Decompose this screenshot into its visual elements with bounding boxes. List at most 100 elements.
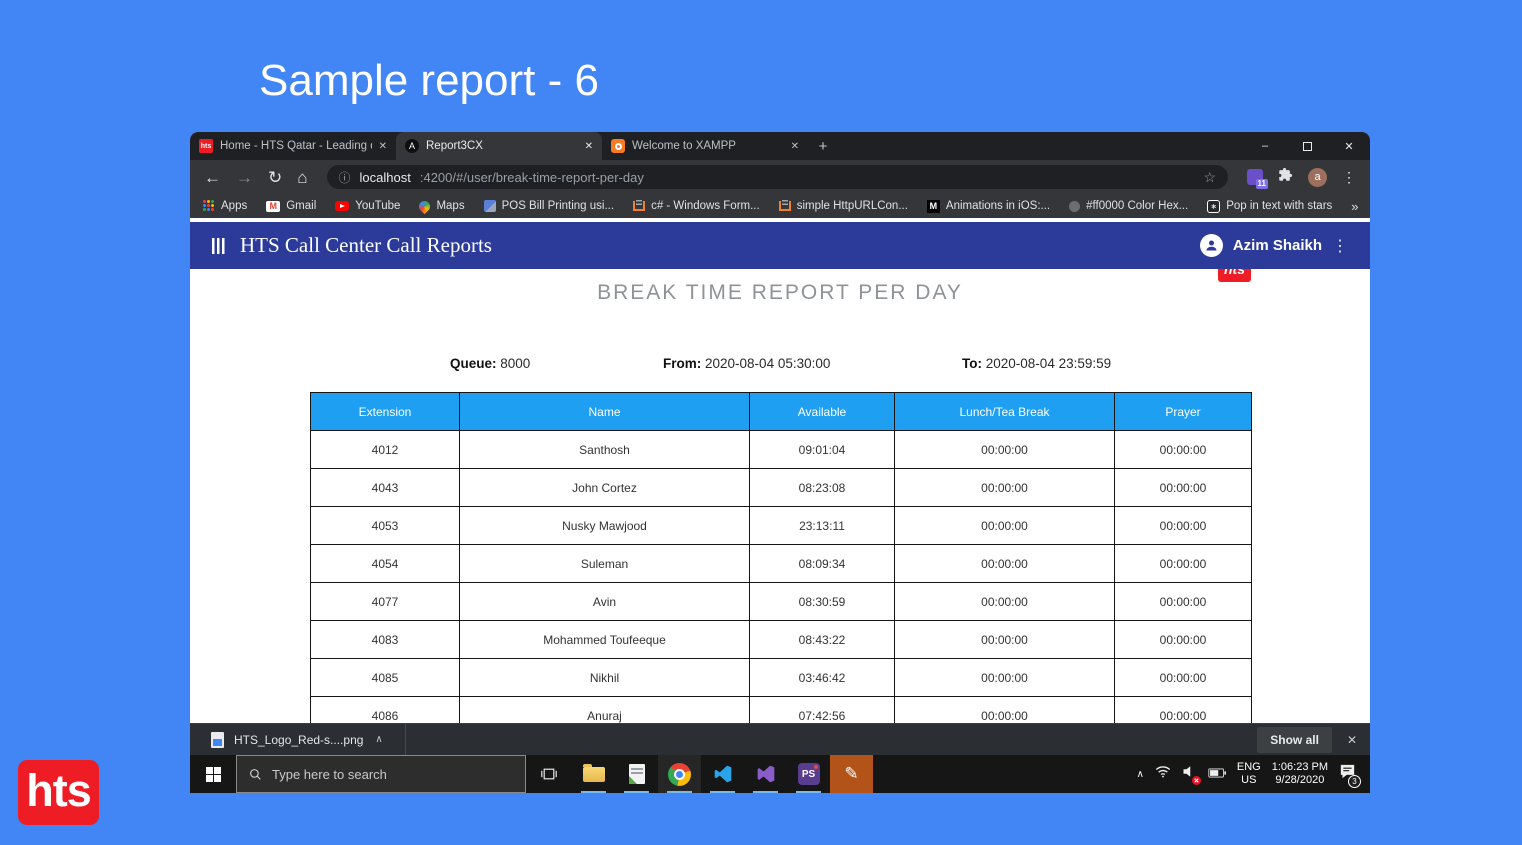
address-bar[interactable]: localhost :4200/#/user/break-time-report… (327, 165, 1228, 189)
start-button[interactable] (190, 755, 236, 793)
bookmark-csharp-forms[interactable]: c# - Windows Form... (633, 200, 760, 212)
cell-available: 08:43:22 (750, 621, 895, 659)
faded-site-icon (1069, 201, 1080, 212)
tab-home-hts-qatar[interactable]: hts Home - HTS Qatar - Leading dist (190, 132, 396, 160)
visual-studio-icon (756, 764, 776, 784)
cell-name: John Cortez (460, 469, 750, 507)
bookmark-animations-ios[interactable]: MAnimations in iOS:... (927, 200, 1050, 213)
menu-icon[interactable] (212, 238, 225, 254)
vscode-taskbar-icon[interactable] (701, 755, 744, 793)
cell-available: 08:23:08 (750, 469, 895, 507)
bookmark-pop-text-stars[interactable]: Pop in text with stars (1207, 200, 1332, 213)
browser-window: hts Home - HTS Qatar - Leading dist A Re… (190, 132, 1370, 793)
download-bar: HTS_Logo_Red-s....png Show all (190, 723, 1370, 755)
table-header-row: Extension Name Available Lunch/Tea Break… (311, 393, 1252, 431)
site-info-icon[interactable] (339, 169, 351, 186)
cell-prayer: 00:00:00 (1115, 431, 1252, 469)
divider (405, 724, 406, 756)
col-lunch-tea-break: Lunch/Tea Break (895, 393, 1115, 431)
user-name: Azim Shaikh (1233, 237, 1322, 254)
chrome-taskbar-icon[interactable] (658, 755, 701, 793)
cell-name: Nikhil (460, 659, 750, 697)
close-button[interactable] (1328, 132, 1370, 160)
bookmark-star-icon[interactable] (1203, 169, 1216, 186)
browser-menu-icon[interactable] (1342, 169, 1356, 186)
search-icon (249, 768, 262, 781)
cell-available: 09:01:04 (750, 431, 895, 469)
queue-param: Queue: 8000 (450, 356, 530, 371)
cell-lunch-tea-break: 00:00:00 (895, 621, 1115, 659)
cell-available: 08:09:34 (750, 545, 895, 583)
hidden-icons-chevron[interactable] (1137, 769, 1144, 780)
slide-canvas: Sample report - 6 hts hts Home - HTS Qat… (0, 0, 1522, 845)
cell-lunch-tea-break: 00:00:00 (895, 431, 1115, 469)
download-filename[interactable]: HTS_Logo_Red-s....png (234, 733, 363, 747)
active-app-taskbar-icon[interactable] (830, 755, 873, 793)
bookmark-youtube[interactable]: YouTube (335, 200, 400, 212)
star-site-icon (1207, 200, 1220, 213)
volume-muted-icon[interactable] (1182, 765, 1197, 783)
forward-icon[interactable] (236, 169, 253, 186)
url-path: :4200/#/user/break-time-report-per-day (420, 170, 644, 185)
bookmark-apps[interactable]: Apps (203, 200, 247, 212)
cell-prayer: 00:00:00 (1115, 659, 1252, 697)
taskbar-search-input[interactable]: Type here to search (236, 755, 526, 793)
report-title: BREAK TIME REPORT PER DAY (190, 281, 1370, 305)
tab-close-icon[interactable] (791, 141, 799, 152)
visual-studio-taskbar-icon[interactable] (744, 755, 787, 793)
show-all-button[interactable]: Show all (1257, 727, 1332, 753)
hts-favicon: hts (199, 139, 213, 153)
bookmark-pos-bill[interactable]: POS Bill Printing usi... (484, 200, 614, 212)
cell-extension: 4077 (311, 583, 460, 621)
restore-button[interactable] (1286, 132, 1328, 160)
bookmarks-overflow-icon[interactable] (1351, 199, 1366, 214)
reload-icon[interactable] (268, 169, 282, 186)
cell-prayer: 00:00:00 (1115, 545, 1252, 583)
bookmark-httpurlcon[interactable]: simple HttpURLCon... (779, 200, 908, 212)
table-row: 4054 Suleman 08:09:34 00:00:00 00:00:00 (311, 545, 1252, 583)
task-view-button[interactable] (526, 755, 572, 793)
download-bar-close-icon[interactable] (1347, 733, 1357, 747)
report-table-body: 4012 Santhosh 09:01:04 00:00:00 00:00:00… (311, 431, 1252, 724)
stackoverflow-icon (633, 201, 645, 211)
pos-site-icon (484, 200, 496, 212)
new-tab-button[interactable] (808, 132, 838, 160)
cell-extension: 4083 (311, 621, 460, 659)
download-chevron-icon[interactable] (375, 734, 382, 745)
photoshop-taskbar-icon[interactable]: PS (787, 755, 830, 793)
action-center-icon[interactable]: 3 (1339, 764, 1356, 784)
notes-app-taskbar-icon[interactable] (615, 755, 658, 793)
cell-name: Anuraj (460, 697, 750, 724)
minimize-button[interactable] (1244, 132, 1286, 160)
home-icon[interactable] (297, 169, 307, 186)
wifi-icon[interactable] (1155, 765, 1171, 783)
bookmark-maps[interactable]: Maps (419, 200, 464, 212)
language-indicator[interactable]: ENGUS (1237, 761, 1261, 787)
tab-xampp[interactable]: Welcome to XAMPP (602, 132, 808, 160)
tab-close-icon[interactable] (585, 141, 593, 152)
user-menu[interactable]: Azim Shaikh (1200, 234, 1348, 257)
bookmark-color-hex[interactable]: #ff0000 Color Hex... (1069, 200, 1188, 212)
cell-extension: 4012 (311, 431, 460, 469)
extensions-puzzle-icon[interactable] (1278, 167, 1293, 187)
file-explorer-taskbar-icon[interactable] (572, 755, 615, 793)
image-file-icon (211, 732, 224, 748)
extension-icon[interactable]: 11 (1247, 169, 1263, 185)
notification-count-badge: 3 (1348, 775, 1361, 788)
user-menu-kebab-icon[interactable] (1332, 236, 1348, 256)
tab-close-icon[interactable] (379, 141, 387, 152)
cell-prayer: 00:00:00 (1115, 621, 1252, 659)
cell-extension: 4085 (311, 659, 460, 697)
battery-icon[interactable] (1208, 765, 1226, 783)
cell-extension: 4043 (311, 469, 460, 507)
vscode-icon (713, 764, 733, 784)
tab-strip: hts Home - HTS Qatar - Leading dist A Re… (190, 132, 1370, 160)
bookmark-gmail[interactable]: MGmail (266, 200, 316, 212)
pen-icon (844, 764, 858, 784)
bookmarks-bar: Apps MGmail YouTube Maps POS Bill Printi… (190, 194, 1370, 218)
taskbar-clock[interactable]: 1:06:23 PM9/28/2020 (1272, 761, 1328, 787)
back-icon[interactable] (204, 169, 221, 186)
profile-avatar[interactable]: a (1308, 168, 1327, 187)
cell-lunch-tea-break: 00:00:00 (895, 697, 1115, 724)
tab-report3cx[interactable]: A Report3CX (396, 132, 602, 160)
